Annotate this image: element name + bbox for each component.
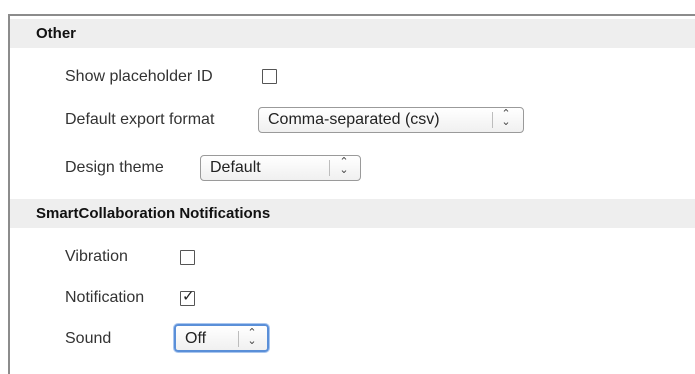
default-export-format-label: Default export format <box>65 111 215 128</box>
section-header-other: Other <box>10 19 695 48</box>
checkmark-icon: ✓ <box>182 288 195 305</box>
design-theme-label: Design theme <box>65 159 164 176</box>
default-export-format-select[interactable]: Comma-separated (csv) ⌃ ⌄ <box>258 107 524 133</box>
design-theme-select[interactable]: Default ⌃ ⌄ <box>200 155 361 181</box>
show-placeholder-id-label: Show placeholder ID <box>65 68 213 85</box>
sound-value: Off <box>185 330 207 347</box>
section-title-other: Other <box>36 25 77 42</box>
notification-label: Notification <box>65 289 145 306</box>
select-divider <box>329 160 330 176</box>
sound-select[interactable]: Off ⌃ ⌄ <box>174 324 269 352</box>
up-down-chevron-icon: ⌃ ⌄ <box>339 156 349 176</box>
notification-checkbox[interactable]: ✓ <box>180 288 195 306</box>
sound-label: Sound <box>65 330 112 347</box>
show-placeholder-id-checkbox[interactable] <box>262 69 277 84</box>
select-divider <box>492 112 493 128</box>
section-header-notifications: SmartCollaboration Notifications <box>10 199 695 228</box>
vibration-label: Vibration <box>65 248 128 265</box>
vibration-checkbox[interactable] <box>180 250 195 265</box>
up-down-chevron-icon: ⌃ ⌄ <box>247 327 257 347</box>
default-export-format-value: Comma-separated (csv) <box>268 111 440 128</box>
up-down-chevron-icon: ⌃ ⌄ <box>501 108 511 128</box>
design-theme-value: Default <box>210 159 261 176</box>
select-divider <box>238 331 239 347</box>
section-title-notifications: SmartCollaboration Notifications <box>36 205 271 222</box>
